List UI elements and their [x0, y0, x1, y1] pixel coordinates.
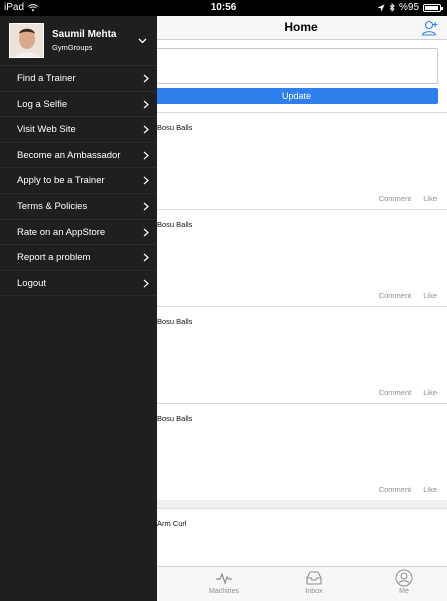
chevron-right-icon	[143, 279, 149, 288]
menu-item-label: Become an Ambassador	[17, 149, 121, 161]
comment-button[interactable]: Comment	[379, 194, 412, 203]
post-title: Bosu Balls	[157, 220, 193, 229]
update-button[interactable]: Update	[155, 88, 438, 104]
menu-item-rate-appstore[interactable]: Rate on an AppStore	[0, 220, 157, 246]
feed-post[interactable]: Arm Curl	[155, 508, 447, 568]
avatar-image	[10, 24, 43, 57]
menu-item-label: Logout	[17, 277, 47, 289]
profile-subtitle: GymGroups	[52, 43, 93, 52]
like-button[interactable]: Like	[423, 291, 437, 300]
menu-item-logout[interactable]: Logout	[0, 271, 157, 297]
feed: Bosu Balls Comment Like Bosu Balls Comme…	[155, 112, 447, 568]
status-bar: iPad 10:56 %95	[0, 0, 447, 16]
bluetooth-icon	[389, 3, 395, 12]
post-title: Bosu Balls	[157, 317, 193, 326]
tab-label: Machines	[209, 588, 239, 595]
person-icon	[395, 569, 413, 587]
comment-button[interactable]: Comment	[379, 485, 412, 494]
menu-item-label: Report a problem	[17, 252, 91, 264]
chevron-right-icon	[143, 176, 149, 185]
pulse-icon	[216, 572, 232, 585]
location-icon	[377, 4, 385, 11]
side-menu: Saumil Mehta GymGroups Find a Trainer Lo…	[0, 16, 157, 601]
comment-button[interactable]: Comment	[379, 291, 412, 300]
post-title: Bosu Balls	[157, 414, 193, 423]
feed-post[interactable]: Bosu Balls Comment Like	[155, 403, 447, 500]
like-button[interactable]: Like	[423, 485, 437, 494]
menu-item-visit-website[interactable]: Visit Web Site	[0, 117, 157, 143]
menu-item-label: Rate on an AppStore	[17, 226, 106, 238]
feed-post[interactable]: Bosu Balls Comment Like	[155, 306, 447, 403]
menu-item-label: Log a Selfie	[17, 98, 68, 110]
menu-item-label: Visit Web Site	[17, 124, 76, 136]
tab-label: Me	[399, 588, 409, 595]
inbox-icon	[306, 571, 322, 585]
profile-name: Saumil Mehta	[52, 29, 117, 40]
menu-item-label: Find a Trainer	[17, 73, 76, 84]
tab-inbox[interactable]: Inbox	[284, 569, 344, 595]
feed-post[interactable]: Bosu Balls Comment Like	[155, 112, 447, 209]
menu-item-report-problem[interactable]: Report a problem	[0, 245, 157, 271]
post-title: Arm Curl	[157, 519, 187, 528]
like-button[interactable]: Like	[423, 194, 437, 203]
chevron-down-icon[interactable]	[138, 36, 147, 45]
comment-button[interactable]: Comment	[379, 388, 412, 397]
menu-item-label: Terms & Policies	[17, 200, 88, 212]
chevron-right-icon	[143, 253, 149, 262]
like-button[interactable]: Like	[423, 388, 437, 397]
profile-header[interactable]: Saumil Mehta GymGroups	[0, 16, 157, 66]
chevron-right-icon	[143, 125, 149, 134]
feed-post[interactable]: Bosu Balls Comment Like	[155, 209, 447, 306]
chevron-right-icon	[143, 74, 149, 83]
chevron-right-icon	[143, 228, 149, 237]
menu-item-become-ambassador[interactable]: Become an Ambassador	[0, 143, 157, 169]
feed-separator	[155, 500, 447, 508]
avatar	[9, 23, 44, 58]
tab-me[interactable]: Me	[374, 569, 434, 595]
tab-machines[interactable]: Machines	[194, 569, 254, 595]
battery-percent: %95	[398, 2, 419, 13]
chevron-right-icon	[143, 202, 149, 211]
battery-icon	[423, 3, 443, 12]
menu-item-find-trainer[interactable]: Find a Trainer	[0, 66, 157, 92]
post-title: Bosu Balls	[157, 123, 193, 132]
menu-item-terms-policies[interactable]: Terms & Policies	[0, 194, 157, 220]
chevron-right-icon	[143, 151, 149, 160]
tab-label: Inbox	[305, 588, 323, 595]
menu-item-label: Apply to be a Trainer	[17, 175, 105, 187]
menu-item-log-selfie[interactable]: Log a Selfie	[0, 92, 157, 118]
menu-item-apply-trainer[interactable]: Apply to be a Trainer	[0, 168, 157, 194]
status-input[interactable]	[155, 48, 438, 84]
chevron-right-icon	[143, 100, 149, 109]
add-friend-icon[interactable]	[421, 19, 439, 37]
page-title: Home	[284, 20, 318, 34]
